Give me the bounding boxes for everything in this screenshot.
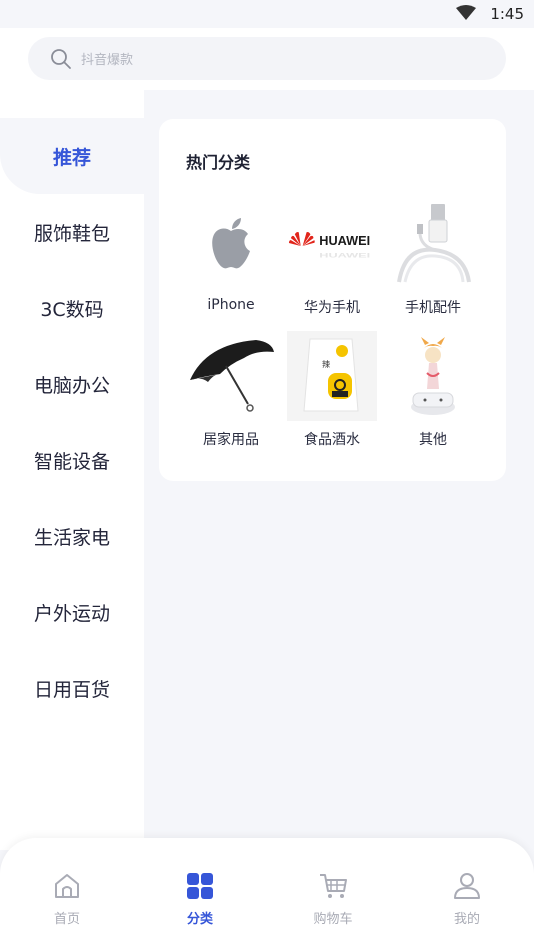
hot-categories-card: 热门分类 iPhone HUAWEI HUAWEI 华为手机 手机配件 居家用品… [159,119,506,481]
umbrella-icon [186,331,276,421]
bottom-navigation: 首页 分类 购物车 我的 [0,838,534,949]
nav-cart-label: 购物车 [313,912,353,927]
sidebar-item-recommended[interactable]: 推荐 [0,118,144,194]
cart-icon [320,874,347,898]
sidebar-item-computer-office[interactable]: 电脑办公 [0,346,144,422]
category-phone-accessories[interactable]: 手机配件 [383,199,483,329]
nav-home-label: 首页 [53,912,80,927]
category-sidebar: 推荐 服饰鞋包 3C数码 电脑办公 智能设备 生活家电 户外运动 日用百货 [0,90,144,850]
category-label: 华为手机 [304,300,360,316]
sidebar-item-home-appliances[interactable]: 生活家电 [0,498,144,574]
category-household[interactable]: 居家用品 [181,331,281,461]
grid-icon [187,873,213,899]
figurine-icon [388,331,478,421]
category-iphone[interactable]: iPhone [181,199,281,329]
category-huawei-phone[interactable]: HUAWEI HUAWEI 华为手机 [282,199,382,329]
search-input[interactable]: 抖音爆款 [81,49,133,68]
status-time: 1:45 [490,5,524,23]
category-other[interactable]: 其他 [383,331,483,461]
sidebar-item-3c-digital[interactable]: 3C数码 [0,270,144,346]
category-label: iPhone [207,297,255,313]
huawei-logo-icon: HUAWEI HUAWEI [287,199,377,289]
search-icon [51,49,71,69]
user-icon [454,873,480,899]
nav-profile-label: 我的 [453,912,480,927]
nav-category-label: 分类 [186,912,213,927]
status-bar: 1:45 [0,0,534,28]
sidebar-item-smart-devices[interactable]: 智能设备 [0,422,144,498]
svg-text:辣: 辣 [322,359,330,369]
category-label: 手机配件 [405,300,461,316]
wifi-icon [456,5,476,20]
svg-text:HUAWEI: HUAWEI [319,233,370,248]
category-food-drinks[interactable]: 辣 食品酒水 [282,331,382,461]
sidebar-item-outdoor-sports[interactable]: 户外运动 [0,574,144,650]
category-label: 居家用品 [203,432,259,448]
snack-bag-icon: 辣 [287,331,377,421]
nav-profile[interactable]: 我的 [400,838,534,938]
sidebar-item-apparel[interactable]: 服饰鞋包 [0,194,144,270]
usb-cable-icon [388,199,478,289]
nav-category[interactable]: 分类 [133,838,267,938]
apple-logo-icon [186,199,276,289]
sidebar-item-daily-goods[interactable]: 日用百货 [0,650,144,726]
section-title: 热门分类 [186,153,251,172]
home-icon [55,874,79,898]
nav-home[interactable]: 首页 [0,838,134,938]
category-label: 食品酒水 [304,432,360,448]
category-label: 其他 [419,432,447,448]
search-bar[interactable]: 抖音爆款 [28,37,506,80]
header: 抖音爆款 [0,28,534,90]
svg-text:HUAWEI: HUAWEI [319,253,370,260]
nav-cart[interactable]: 购物车 [266,838,400,938]
